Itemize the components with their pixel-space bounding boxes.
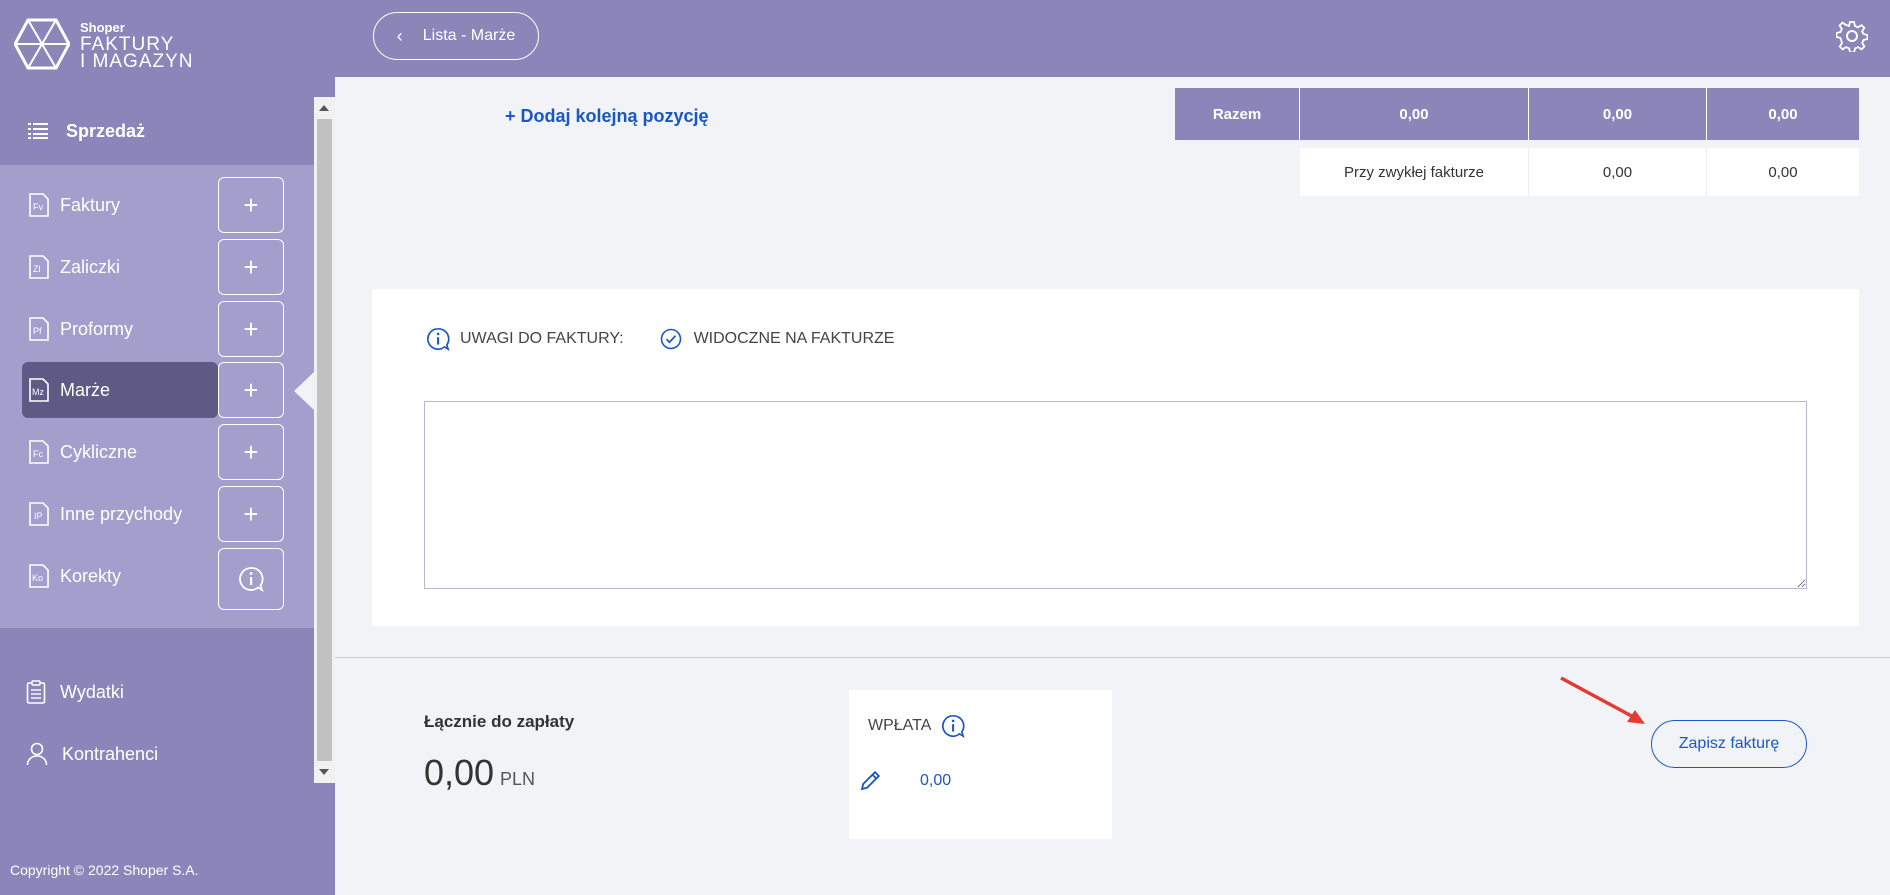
- totals-header-value: 0,00: [1529, 88, 1707, 140]
- active-item-pointer: [294, 372, 314, 410]
- brand-small: Shoper: [80, 19, 125, 35]
- add-faktury-button[interactable]: +: [218, 177, 284, 233]
- save-invoice-button[interactable]: Zapisz fakturę: [1651, 720, 1807, 768]
- sidebar-scrollbar[interactable]: [314, 97, 335, 783]
- user-icon: [26, 742, 48, 766]
- standard-invoice-label: Przy zwykłej fakturze: [1300, 148, 1529, 196]
- copyright-text: Copyright © 2022 Shoper S.A.: [10, 862, 199, 878]
- top-bar: ‹ Lista - Marże: [335, 0, 1890, 77]
- sidebar-item-cykliczne[interactable]: Fc Cykliczne: [22, 424, 218, 480]
- document-fv-icon: Fv: [29, 193, 49, 217]
- sidebar: Shoper FAKTURY I MAGAZYN Sprzedaż Fv Fak…: [0, 0, 335, 895]
- info-bubble-icon[interactable]: [426, 327, 450, 351]
- totals-header-label: Razem: [1175, 88, 1300, 140]
- totals-header-value: 0,00: [1707, 88, 1859, 140]
- gear-icon[interactable]: [1836, 20, 1868, 52]
- scroll-down-icon[interactable]: [319, 769, 329, 775]
- clipboard-icon: [26, 680, 46, 704]
- total-due-currency: PLN: [500, 769, 536, 789]
- sidebar-item-korekty[interactable]: Ko Korekty: [22, 548, 218, 604]
- sidebar-item-label: Kontrahenci: [62, 743, 159, 764]
- add-proformy-button[interactable]: +: [218, 301, 284, 357]
- sidebar-item-kontrahenci[interactable]: Kontrahenci: [26, 742, 158, 766]
- sidebar-item-marze[interactable]: Mz Marże: [22, 362, 218, 418]
- svg-text:Mz: Mz: [32, 387, 44, 397]
- scroll-up-icon[interactable]: [319, 105, 329, 111]
- app-logo[interactable]: Shoper FAKTURY I MAGAZYN: [14, 16, 194, 72]
- korekty-info-button[interactable]: [218, 548, 284, 610]
- svg-text:Fv: Fv: [33, 202, 43, 212]
- info-bubble-icon: [239, 567, 264, 592]
- sidebar-item-proformy[interactable]: Pf Proformy: [22, 301, 218, 357]
- section-divider: [335, 657, 1890, 658]
- document-pf-icon: Pf: [29, 317, 49, 341]
- visible-on-invoice-checkbox[interactable]: [660, 328, 682, 350]
- remarks-panel: UWAGI DO FAKTURY: WIDOCZNE NA FAKTURZE: [372, 289, 1859, 626]
- back-to-list-button[interactable]: ‹ Lista - Marże: [373, 12, 539, 60]
- totals-header-value: 0,00: [1300, 88, 1529, 140]
- annotation-arrow-icon: [1560, 676, 1645, 724]
- info-bubble-icon[interactable]: [941, 714, 966, 738]
- standard-invoice-value: 0,00: [1707, 148, 1859, 196]
- svg-text:Fc: Fc: [33, 449, 43, 459]
- logo-icon: [14, 18, 70, 70]
- add-inne-przychody-button[interactable]: +: [218, 486, 284, 542]
- pencil-icon[interactable]: [859, 768, 883, 792]
- total-due-value: 0,00: [424, 752, 495, 793]
- scrollbar-thumb[interactable]: [317, 119, 332, 761]
- svg-text:IP: IP: [34, 511, 43, 521]
- brand-line-2: I MAGAZYN: [80, 50, 194, 72]
- remarks-textarea[interactable]: [424, 401, 1807, 589]
- sidebar-item-wydatki[interactable]: Wydatki: [26, 680, 124, 704]
- document-fc-icon: Fc: [29, 440, 49, 464]
- add-position-link[interactable]: + Dodaj kolejną pozycję: [505, 106, 709, 127]
- sidebar-item-label: Wydatki: [60, 681, 124, 702]
- standard-invoice-value: 0,00: [1529, 148, 1707, 196]
- payment-value[interactable]: 0,00: [920, 772, 951, 790]
- sidebar-item-label: Korekty: [60, 565, 122, 586]
- total-due-label: Łącznie do zapłaty: [424, 712, 575, 731]
- payment-header: WPŁATA: [868, 714, 966, 738]
- sidebar-item-label: Marże: [60, 379, 111, 400]
- svg-text:Zl: Zl: [33, 264, 41, 274]
- document-ip-icon: IP: [29, 502, 49, 526]
- add-marze-button[interactable]: +: [218, 362, 284, 418]
- brand-line-1: FAKTURY: [80, 33, 175, 55]
- sidebar-item-inne-przychody[interactable]: IP Inne przychody: [22, 486, 218, 542]
- add-zaliczki-button[interactable]: +: [218, 239, 284, 295]
- document-zl-icon: Zl: [29, 255, 49, 279]
- sidebar-item-label: Inne przychody: [60, 503, 183, 524]
- brand-text: Shoper FAKTURY I MAGAZYN: [80, 19, 194, 72]
- sidebar-section-label: Sprzedaż: [66, 120, 146, 141]
- chevron-left-icon: ‹: [396, 25, 403, 46]
- payment-box: WPŁATA 0,00: [849, 690, 1112, 839]
- sidebar-item-zaliczki[interactable]: Zl Zaliczki: [22, 239, 218, 295]
- payment-title: WPŁATA: [868, 717, 932, 734]
- svg-text:Ko: Ko: [32, 573, 43, 583]
- document-ko-icon: Ko: [29, 564, 49, 588]
- sidebar-item-label: Cykliczne: [60, 441, 138, 462]
- sidebar-item-label: Zaliczki: [60, 256, 121, 277]
- list-icon: [28, 123, 48, 139]
- svg-text:Pf: Pf: [33, 326, 42, 336]
- add-cykliczne-button[interactable]: +: [218, 424, 284, 480]
- sidebar-item-label: Faktury: [60, 194, 121, 215]
- remarks-label: UWAGI DO FAKTURY:: [460, 330, 624, 347]
- sidebar-item-faktury[interactable]: Fv Faktury: [22, 177, 218, 233]
- sidebar-section-sales[interactable]: Sprzedaż: [0, 97, 314, 165]
- remarks-header: UWAGI DO FAKTURY: WIDOCZNE NA FAKTURZE: [426, 327, 894, 351]
- back-button-label: Lista - Marże: [422, 27, 516, 44]
- visible-on-invoice-label: WIDOCZNE NA FAKTURZE: [693, 330, 895, 347]
- document-mz-icon: Mz: [29, 378, 49, 402]
- sidebar-item-label: Proformy: [60, 318, 134, 339]
